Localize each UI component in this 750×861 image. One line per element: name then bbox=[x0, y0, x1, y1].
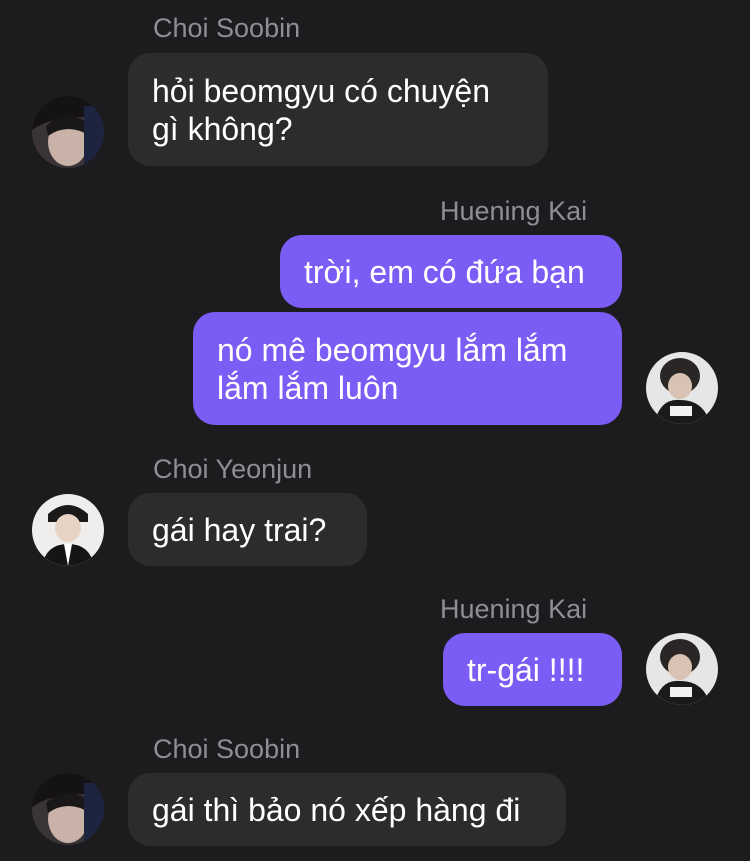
yeonjun-avatar[interactable] bbox=[32, 494, 104, 566]
message-text: tr-gái !!!! bbox=[467, 651, 585, 688]
message-bubble-outgoing[interactable]: trời, em có đứa bạn bbox=[280, 235, 622, 308]
sender-name-soobin: Choi Soobin bbox=[153, 734, 301, 764]
message-bubble-incoming[interactable]: gái hay trai? bbox=[128, 493, 367, 566]
message-text: gái hay trai? bbox=[152, 511, 327, 548]
soobin-avatar[interactable] bbox=[32, 773, 104, 845]
message-text: nó mê beomgyu lắm lắm lắm lắm luôn bbox=[217, 331, 568, 406]
hueningkai-avatar[interactable] bbox=[646, 633, 718, 705]
sender-name-soobin: Choi Soobin bbox=[153, 13, 301, 43]
sender-name-hueningkai: Huening Kai bbox=[440, 196, 588, 226]
sender-name-yeonjun: Choi Yeonjun bbox=[153, 454, 313, 484]
message-text: trời, em có đứa bạn bbox=[304, 253, 585, 290]
message-bubble-incoming[interactable]: gái thì bảo nó xếp hàng đi bbox=[128, 773, 566, 846]
message-text: gái thì bảo nó xếp hàng đi bbox=[152, 791, 521, 828]
message-bubble-outgoing[interactable]: tr-gái !!!! bbox=[443, 633, 622, 706]
sender-name-hueningkai: Huening Kai bbox=[440, 594, 588, 624]
soobin-avatar[interactable] bbox=[32, 96, 104, 168]
hueningkai-avatar[interactable] bbox=[646, 352, 718, 424]
message-bubble-incoming[interactable]: hỏi beomgyu có chuyện gì không? bbox=[128, 53, 548, 166]
message-bubble-outgoing[interactable]: nó mê beomgyu lắm lắm lắm lắm luôn bbox=[193, 312, 622, 425]
message-text: hỏi beomgyu có chuyện gì không? bbox=[152, 72, 490, 147]
